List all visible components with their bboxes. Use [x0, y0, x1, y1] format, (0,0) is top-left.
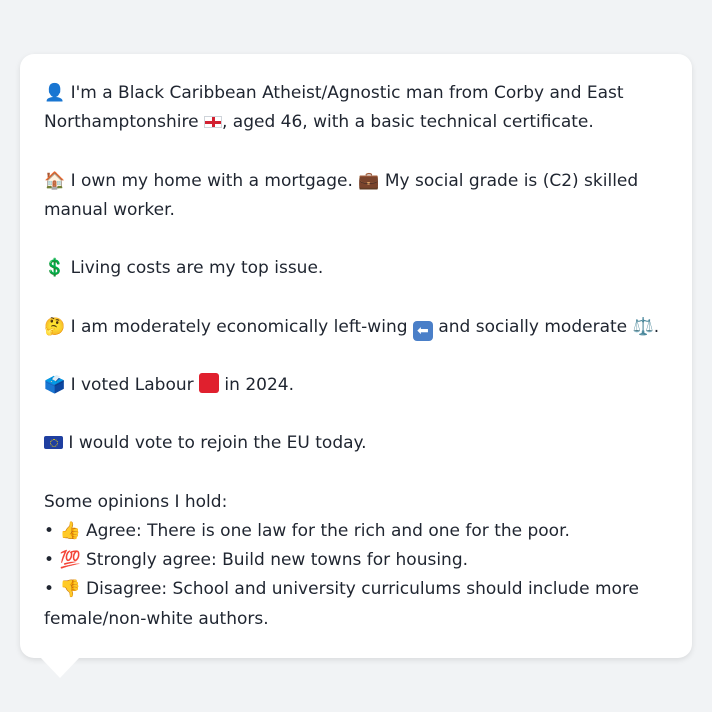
left-arrow-icon: ⬅	[412, 320, 433, 341]
opinion-item: • 👎 Disagree: School and university curr…	[44, 579, 639, 629]
home-line: 🏠 I own my home with a mortgage. 💼 My so…	[44, 170, 639, 220]
dollar-icon: 💲	[44, 258, 66, 279]
person-icon: 👤	[44, 83, 66, 103]
thumbs-up-icon: 👍	[59, 520, 81, 541]
opinions-heading: Some opinions I hold:	[44, 491, 228, 512]
red-square-icon	[199, 372, 220, 393]
thinking-face-icon: 🤔	[44, 316, 66, 337]
identity-line: 👤 I'm a Black Caribbean Atheist/Agnostic…	[44, 83, 624, 133]
profile-card: 👤 I'm a Black Caribbean Atheist/Agnostic…	[20, 54, 692, 658]
politics-line: 🤔 I am moderately economically left-wing…	[44, 316, 660, 341]
scales-icon: ⚖️	[632, 316, 654, 337]
eu-flag-icon	[44, 436, 63, 450]
opinion-item: • 💯 Strongly agree: Build new towns for …	[44, 550, 469, 571]
vote-line: 🗳️ I voted Labour in 2024.	[44, 372, 295, 395]
speech-bubble-tail	[40, 657, 80, 678]
eu-line: I would vote to rejoin the EU today.	[44, 429, 668, 458]
opinion-item: • 👍 Agree: There is one law for the rich…	[44, 520, 570, 541]
house-icon: 🏠	[44, 170, 66, 191]
hundred-points-icon: 💯	[59, 550, 81, 571]
england-flag-icon	[204, 116, 222, 129]
ballot-box-icon: 🗳️	[44, 374, 66, 395]
issue-line: 💲 Living costs are my top issue.	[44, 258, 324, 279]
thumbs-down-icon: 👎	[59, 579, 81, 600]
briefcase-icon: 💼	[358, 170, 380, 191]
